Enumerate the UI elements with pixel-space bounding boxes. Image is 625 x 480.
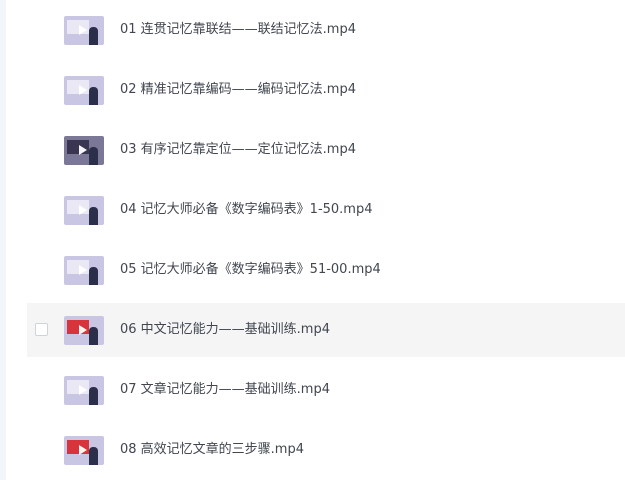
video-thumbnail-icon[interactable]	[64, 436, 104, 465]
play-icon	[79, 385, 87, 395]
play-icon	[79, 265, 87, 275]
file-row-01[interactable]: 01 连贯记忆靠联结——联结记忆法.mp4	[27, 3, 625, 57]
play-icon	[79, 205, 87, 215]
file-row-04[interactable]: 04 记忆大师必备《数字编码表》1-50.mp4	[27, 183, 625, 237]
video-thumbnail-icon[interactable]	[64, 316, 104, 345]
file-name[interactable]: 01 连贯记忆靠联结——联结记忆法.mp4	[120, 3, 356, 57]
file-row-05[interactable]: 05 记忆大师必备《数字编码表》51-00.mp4	[27, 243, 625, 297]
left-panel-edge	[0, 0, 6, 480]
file-name[interactable]: 05 记忆大师必备《数字编码表》51-00.mp4	[120, 243, 381, 297]
row-checkbox[interactable]	[35, 323, 48, 336]
file-name[interactable]: 07 文章记忆能力——基础训练.mp4	[120, 363, 330, 417]
video-thumbnail-icon[interactable]	[64, 196, 104, 225]
video-thumbnail-icon[interactable]	[64, 376, 104, 405]
file-name[interactable]: 04 记忆大师必备《数字编码表》1-50.mp4	[120, 183, 373, 237]
video-thumbnail-icon[interactable]	[64, 76, 104, 105]
file-name[interactable]: 03 有序记忆靠定位——定位记忆法.mp4	[120, 123, 356, 177]
file-name[interactable]: 02 精准记忆靠编码——编码记忆法.mp4	[120, 63, 356, 117]
file-row-02[interactable]: 02 精准记忆靠编码——编码记忆法.mp4	[27, 63, 625, 117]
video-thumbnail-icon[interactable]	[64, 136, 104, 165]
file-row-03[interactable]: 03 有序记忆靠定位——定位记忆法.mp4	[27, 123, 625, 177]
file-browser: 01 连贯记忆靠联结——联结记忆法.mp4 02 精准记忆靠编码——编码记忆法.…	[0, 0, 625, 480]
play-icon	[79, 145, 87, 155]
video-thumbnail-icon[interactable]	[64, 16, 104, 45]
file-name[interactable]: 08 高效记忆文章的三步骤.mp4	[120, 423, 304, 477]
play-icon	[79, 85, 87, 95]
file-row-06[interactable]: 06 中文记忆能力——基础训练.mp4	[27, 303, 625, 357]
file-name[interactable]: 06 中文记忆能力——基础训练.mp4	[120, 303, 330, 357]
file-row-07[interactable]: 07 文章记忆能力——基础训练.mp4	[27, 363, 625, 417]
play-icon	[79, 25, 87, 35]
video-thumbnail-icon[interactable]	[64, 256, 104, 285]
file-row-08[interactable]: 08 高效记忆文章的三步骤.mp4	[27, 423, 625, 477]
play-icon	[79, 445, 87, 455]
play-icon	[79, 325, 87, 335]
